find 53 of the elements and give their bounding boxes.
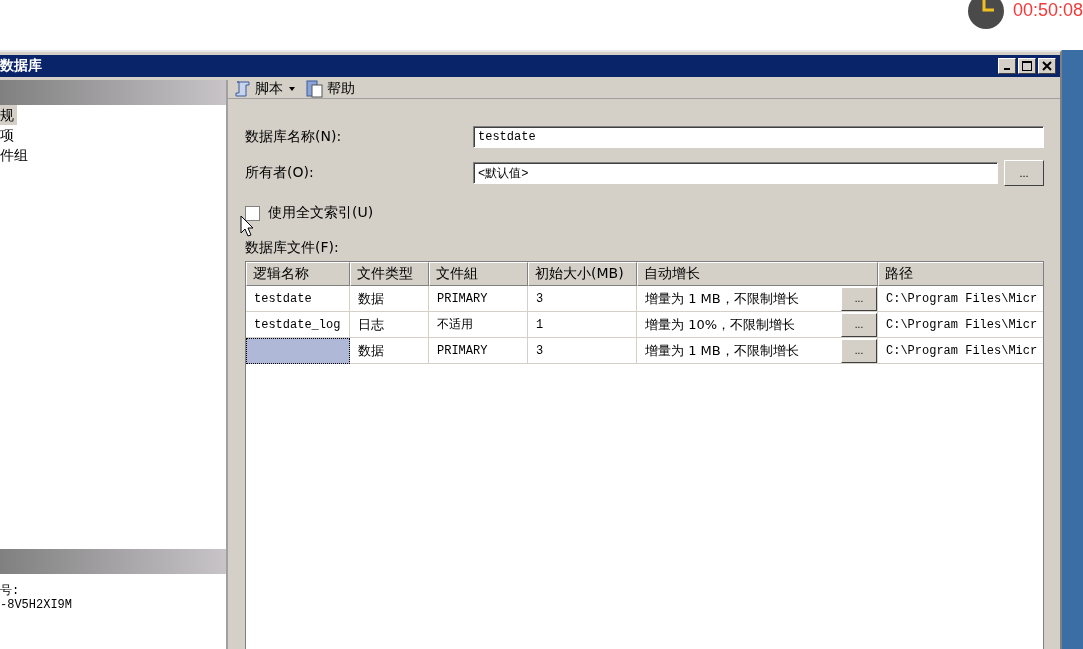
checkbox-label: 使用全文索引(U): [268, 204, 374, 222]
browse-button[interactable]: ...: [1004, 160, 1044, 186]
owner-field[interactable]: <默认值>: [473, 162, 998, 184]
column-header[interactable]: 文件組: [429, 262, 528, 286]
table-cell: 数据: [350, 338, 429, 364]
table-cell: C:\Program Files\Micr: [878, 338, 1043, 364]
sidebar-item[interactable]: 件组: [0, 145, 31, 165]
maximize-icon: [1022, 61, 1032, 71]
minimize-button[interactable]: [998, 58, 1016, 74]
column-header[interactable]: 初始大小(MB): [528, 262, 637, 286]
table-cell[interactable]: testdate: [246, 286, 350, 312]
table-cell[interactable]: [246, 338, 350, 364]
connection-value: -8V5H2XI9M: [0, 598, 73, 612]
document-icon: [306, 80, 324, 98]
help-button[interactable]: 帮助: [304, 80, 357, 98]
browse-button[interactable]: ...: [841, 338, 877, 363]
table-cell: 1: [528, 312, 637, 338]
field-label: 数据库名称(N):: [245, 128, 343, 146]
window-title: 数据库: [0, 57, 42, 75]
browse-button[interactable]: ...: [841, 286, 877, 311]
sidebar-item[interactable]: 规: [0, 105, 17, 125]
timer-text: 00:50:08: [1012, 0, 1083, 21]
close-icon: [1042, 61, 1052, 71]
sidebar-item[interactable]: 项: [0, 125, 17, 145]
table-cell: 不适用: [429, 312, 528, 338]
column-header[interactable]: 逻辑名称: [246, 262, 350, 286]
table-cell: PRIMARY: [429, 338, 528, 364]
table-cell: PRIMARY: [429, 286, 528, 312]
connection-label: 号:: [0, 584, 21, 598]
close-button[interactable]: [1038, 58, 1056, 74]
column-header[interactable]: 路径: [878, 262, 1043, 286]
table-cell: 数据: [350, 286, 429, 312]
table-cell: 日志: [350, 312, 429, 338]
name-field[interactable]: testdate: [473, 126, 1044, 148]
table-cell: C:\Program Files\Micr: [878, 312, 1043, 338]
maximize-button[interactable]: [1018, 58, 1036, 74]
cursor-icon: [240, 215, 254, 237]
checkbox[interactable]: [245, 205, 260, 221]
section-label: 数据库文件(F):: [245, 239, 340, 257]
script-button[interactable]: 脚本: [232, 80, 300, 98]
column-header[interactable]: 文件类型: [350, 262, 429, 286]
scroll-icon: [234, 80, 252, 98]
column-header[interactable]: 自动增长: [637, 262, 878, 286]
field-label: 所有者(O):: [245, 164, 315, 182]
table-cell: 3: [528, 338, 637, 364]
table-cell: 增量为 1 MB，不限制增长: [645, 289, 799, 308]
table-cell: 增量为 10%，不限制增长: [645, 315, 796, 334]
table-cell: 增量为 1 MB，不限制增长: [645, 341, 799, 360]
table-cell: 3: [528, 286, 637, 312]
table-cell: C:\Program Files\Micr: [878, 286, 1043, 312]
clock-icon: [966, 0, 1005, 30]
caret-icon: [286, 85, 298, 93]
browse-button[interactable]: ...: [841, 312, 877, 337]
